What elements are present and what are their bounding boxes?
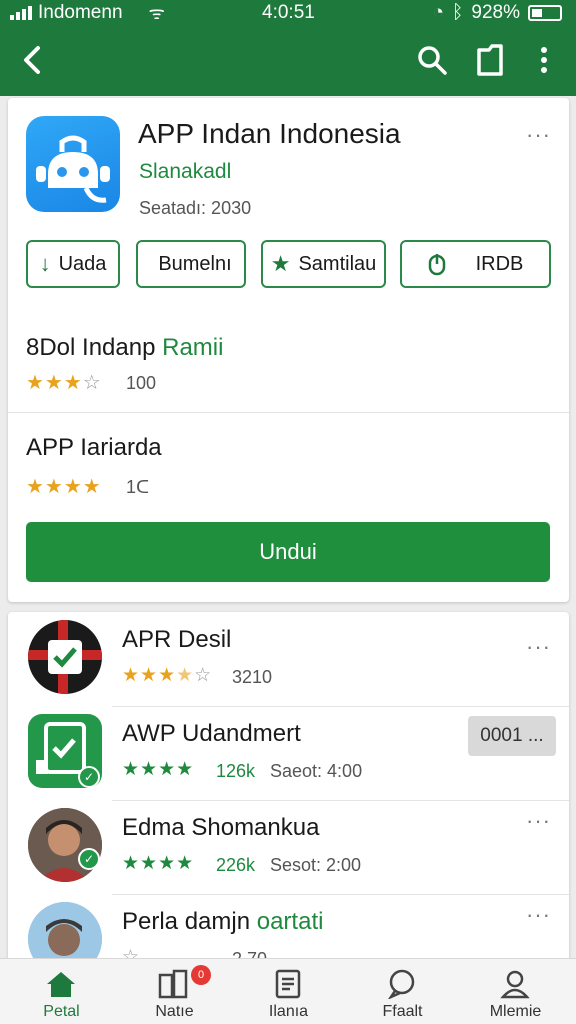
list-item[interactable]: ✓ Edma Shomankua ★★★★ 226k Sesot: 2:00 ·… <box>8 800 569 894</box>
verified-badge-icon: ✓ <box>78 848 100 870</box>
list-item-icon <box>28 620 102 694</box>
list-item-more-button[interactable]: ··· <box>526 634 551 660</box>
list-item-info: 3210 <box>232 667 273 687</box>
back-button[interactable] <box>12 40 52 80</box>
chip-label: Uada <box>58 252 107 275</box>
nav-label: Petal <box>43 1003 80 1020</box>
section-title-2: APP Iariarda <box>26 434 162 461</box>
app-list: APR Desil ★★★★☆ 3210 ··· ✓ AWP Udandmert… <box>8 612 569 972</box>
alarm-icon: ◔ <box>432 2 444 23</box>
section-title-green: Ramii <box>162 334 224 361</box>
chat-icon <box>385 969 419 999</box>
nav-chat[interactable]: Ffaalt <box>345 959 460 1024</box>
bottom-navigation: Petal 0 Natıe Ilanıa Ffaalt Mlemie <box>0 958 576 1024</box>
library-icon <box>157 969 191 999</box>
status-time: 4:0:51 <box>262 2 315 23</box>
list-item-extra: Saeot: 4:00 <box>270 761 363 781</box>
chip-info[interactable]: IRDB <box>400 240 551 288</box>
bluetooth-icon: ᛒ <box>451 2 464 23</box>
section-count-2: 1ᑕ <box>126 477 150 497</box>
carrier-name: Indomenn <box>38 2 123 23</box>
section-count-1: 100 <box>126 373 157 393</box>
nav-label: Ilanıa <box>268 1003 309 1020</box>
list-item-extra: Sesot: 2:00 <box>270 855 362 875</box>
document-icon <box>271 969 305 999</box>
app-detail-card: APP Indan Indonesia Slanakadl Seatadı: 2… <box>8 98 569 602</box>
chip-label: IRDB <box>475 252 524 275</box>
battery-icon <box>528 5 562 21</box>
chip-rate[interactable]: ★ Samtilau <box>261 240 386 288</box>
developer-link[interactable]: Slanakadl <box>139 160 231 184</box>
chip-label: Samtilau <box>298 252 377 275</box>
app-meta: Seatadı: 2030 <box>139 198 252 218</box>
nav-documents[interactable]: Ilanıa <box>231 959 346 1024</box>
search-icon <box>418 46 447 75</box>
download-button[interactable]: Undui <box>26 522 550 582</box>
section-rating-2: ★★★★ <box>26 476 102 498</box>
list-item-rating: ★★★★☆ <box>122 665 213 686</box>
list-item-rating: ★★★★ <box>122 759 195 780</box>
list-item-info: 226k <box>216 855 256 875</box>
divider <box>8 412 569 413</box>
list-item-pill-button[interactable]: 0001 ... <box>468 716 556 756</box>
list-item-name: APR Desil <box>122 626 232 653</box>
list-item-avatar <box>28 808 102 882</box>
share-icon <box>477 44 503 76</box>
list-item-name: Edma Shomankua <box>122 814 320 841</box>
search-button[interactable] <box>412 40 452 80</box>
home-icon <box>44 969 78 999</box>
notification-badge: 0 <box>191 965 211 985</box>
signal-icon <box>10 6 32 20</box>
status-bar: Indomenn ᯤ 4:0:51 ◔ ᛒ 928% <box>0 0 576 26</box>
app-title: APP Indan Indonesia <box>138 118 401 149</box>
app-bar: Indomenn ᯤ 4:0:51 ◔ ᛒ 928% <box>0 0 576 96</box>
person-icon <box>498 969 532 999</box>
list-item-name-text: Perla damjn <box>122 908 251 935</box>
person-photo-icon <box>28 808 102 882</box>
list-item-more-button[interactable]: ··· <box>526 902 551 928</box>
more-menu-button[interactable] <box>524 40 564 80</box>
nav-library[interactable]: 0 Natıe <box>117 959 232 1024</box>
check-box-icon <box>28 620 102 694</box>
list-item-name: AWP Udandmert <box>122 720 301 747</box>
list-item-info: 126k <box>216 761 256 781</box>
app-icon <box>26 116 120 212</box>
list-item-name: Perla damjn oartati <box>122 908 323 936</box>
wifi-icon: ᯤ <box>148 3 165 23</box>
nav-home[interactable]: Petal <box>4 959 119 1024</box>
list-item-more-button[interactable]: ··· <box>526 808 551 834</box>
battery-percent: 928% <box>471 2 520 23</box>
list-item[interactable]: ✓ AWP Udandmert ★★★★ 126k Saeot: 4:00 00… <box>8 706 569 800</box>
list-item-rating: ★★★★ <box>122 853 195 874</box>
card-more-button[interactable]: ··· <box>526 122 551 148</box>
chip-bookmark[interactable]: Bumelnı <box>136 240 246 288</box>
robot-icon <box>36 135 110 203</box>
section-title-1: 8Dol Indanp Ramii <box>26 334 223 362</box>
section-title-text: 8Dol Indanp <box>26 334 156 361</box>
list-item-name-green: oartati <box>256 908 324 935</box>
nav-label: Mlemie <box>489 1003 542 1020</box>
star-icon: ★ <box>270 251 291 276</box>
arrow-left-icon <box>24 46 40 74</box>
section-rating-1: ★★★☆ <box>26 372 102 394</box>
download-icon: ↓ <box>39 251 51 276</box>
nav-label: Natıe <box>155 1003 194 1020</box>
list-item[interactable]: APR Desil ★★★★☆ 3210 ··· <box>8 612 569 706</box>
chip-download[interactable]: ↓ Uada <box>26 240 120 288</box>
info-icon <box>428 254 445 276</box>
nav-label: Ffaalt <box>382 1003 423 1020</box>
share-button[interactable] <box>470 40 510 80</box>
verified-badge-icon: ✓ <box>78 766 100 788</box>
more-vert-icon <box>541 47 547 73</box>
nav-profile[interactable]: Mlemie <box>458 959 573 1024</box>
chip-label: Bumelnı <box>158 252 232 275</box>
